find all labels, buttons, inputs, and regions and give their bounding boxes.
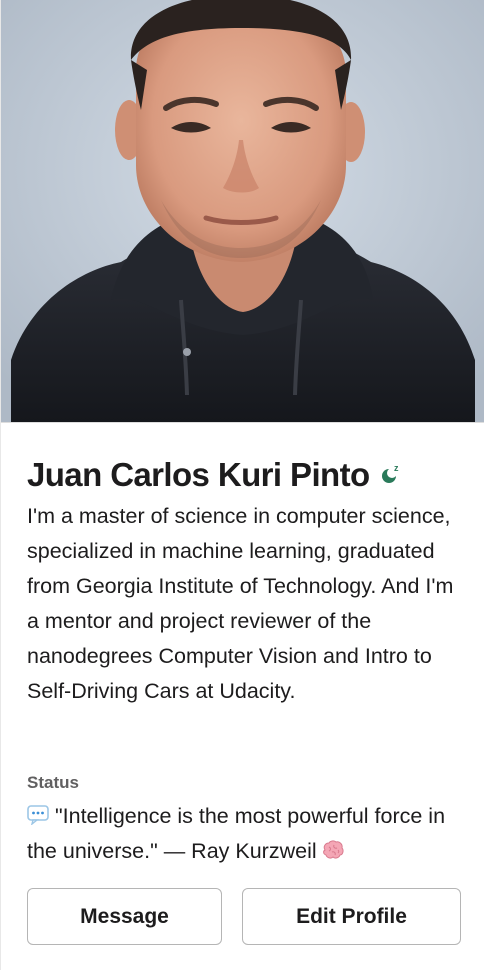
brain-icon	[321, 839, 345, 861]
profile-card: Juan Carlos Kuri Pinto z I'm a master of…	[0, 0, 484, 970]
message-button[interactable]: Message	[27, 888, 222, 945]
photo-divider	[1, 422, 484, 423]
speech-balloon-icon	[27, 805, 49, 825]
away-snooze-icon: z	[380, 463, 402, 485]
edit-profile-button[interactable]: Edit Profile	[242, 888, 461, 945]
status-text-block: "Intelligence is the most powerful force…	[27, 799, 472, 869]
svg-text:z: z	[394, 463, 399, 473]
profile-name: Juan Carlos Kuri Pinto	[27, 456, 370, 493]
profile-bio: I'm a master of science in computer scie…	[27, 504, 454, 703]
status-label: Status	[27, 773, 79, 792]
profile-photo[interactable]	[1, 0, 484, 422]
profile-photo-image	[1, 0, 484, 422]
profile-name-row: Juan Carlos Kuri Pinto z	[27, 454, 402, 496]
status-text: "Intelligence is the most powerful force…	[27, 804, 446, 863]
